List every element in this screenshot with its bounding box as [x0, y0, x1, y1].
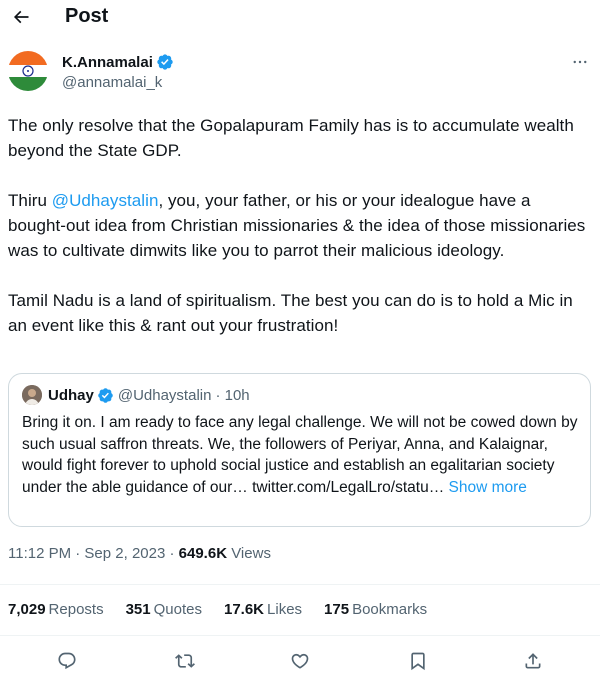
action-bar	[0, 646, 600, 675]
tweet-timestamp[interactable]: 11:12 PM · Sep 2, 2023 ·	[8, 545, 179, 562]
quotes-stat[interactable]: 351 Quotes	[126, 601, 202, 618]
repost-icon	[175, 654, 195, 668]
quotes-count: 351	[125, 601, 151, 618]
reposts-count: 7,029	[8, 601, 46, 618]
divider	[0, 635, 600, 636]
author-name-text: K.Annamalai	[62, 53, 153, 71]
share-icon	[525, 653, 541, 669]
likes-label: Likes	[267, 601, 303, 618]
likes-stat[interactable]: 17.6K Likes	[224, 601, 302, 618]
more-dots-icon	[573, 60, 587, 64]
page-title: Post	[65, 5, 109, 27]
repost-button[interactable]	[172, 648, 198, 674]
author-name[interactable]: K.Annamalai	[62, 53, 174, 71]
like-button[interactable]	[287, 648, 313, 674]
reposts-label: Reposts	[48, 601, 104, 618]
bookmark-button[interactable]	[405, 648, 431, 674]
engagement-stats: 7,029 Reposts 351 Quotes 17.6K Likes 175 Boo…	[8, 601, 449, 618]
bookmarks-count: 175	[324, 601, 350, 618]
heart-icon	[291, 653, 309, 669]
tweet-paragraph: Thiru @Udhaystalin, you, your father, or…	[8, 188, 593, 263]
tweet-paragraph: Tamil Nadu is a land of spiritualism. Th…	[8, 291, 573, 335]
avatar[interactable]	[8, 51, 48, 91]
quotes-label: Quotes	[153, 601, 202, 618]
back-button[interactable]	[6, 2, 36, 32]
quoted-author-name: Udhay	[48, 386, 94, 404]
bookmarks-stat[interactable]: 175 Bookmarks	[324, 601, 427, 618]
divider	[0, 584, 600, 585]
quoted-tweet-text: Bring it on. I am ready to face any lega…	[22, 412, 582, 498]
bookmarks-label: Bookmarks	[352, 601, 428, 618]
author-handle[interactable]: @annamalai_k	[62, 74, 162, 91]
reply-icon	[58, 652, 76, 670]
person-avatar-icon	[22, 385, 42, 405]
verified-badge-icon	[98, 387, 113, 403]
quoted-author-handle: @Udhaystalin	[117, 386, 212, 404]
quoted-tweet-header: Udhay @Udhaystalin · 10h	[22, 385, 250, 405]
tweet-paragraph: The only resolve that the Gopalapuram Fa…	[8, 116, 574, 160]
quoted-time: · 10h	[215, 386, 250, 404]
likes-count: 17.6K	[223, 601, 265, 618]
verified-badge-icon	[157, 54, 173, 70]
arrow-left-icon	[13, 10, 29, 24]
share-button[interactable]	[520, 648, 546, 674]
tweet-meta: 11:12 PM · Sep 2, 2023 · 649.6K Views	[8, 545, 271, 562]
mention-link[interactable]: @Udhaystalin	[52, 191, 159, 210]
tweet-text-span: Thiru	[8, 191, 52, 210]
quoted-tweet[interactable]: Udhay @Udhaystalin · 10h Bring it on. I …	[8, 373, 591, 527]
top-bar: Post	[0, 0, 600, 36]
more-options-button[interactable]	[568, 52, 592, 72]
reposts-stat[interactable]: 7,029 Reposts	[8, 601, 104, 618]
reply-button[interactable]	[54, 648, 80, 674]
tweet-text: The only resolve that the Gopalapuram Fa…	[8, 113, 593, 338]
india-flag-avatar	[8, 51, 48, 91]
views-label: Views	[227, 545, 271, 562]
views-count: 649.6K	[178, 545, 228, 562]
quoted-avatar	[22, 385, 42, 405]
bookmark-icon	[411, 652, 425, 671]
show-more-link[interactable]: Show more	[449, 479, 527, 496]
